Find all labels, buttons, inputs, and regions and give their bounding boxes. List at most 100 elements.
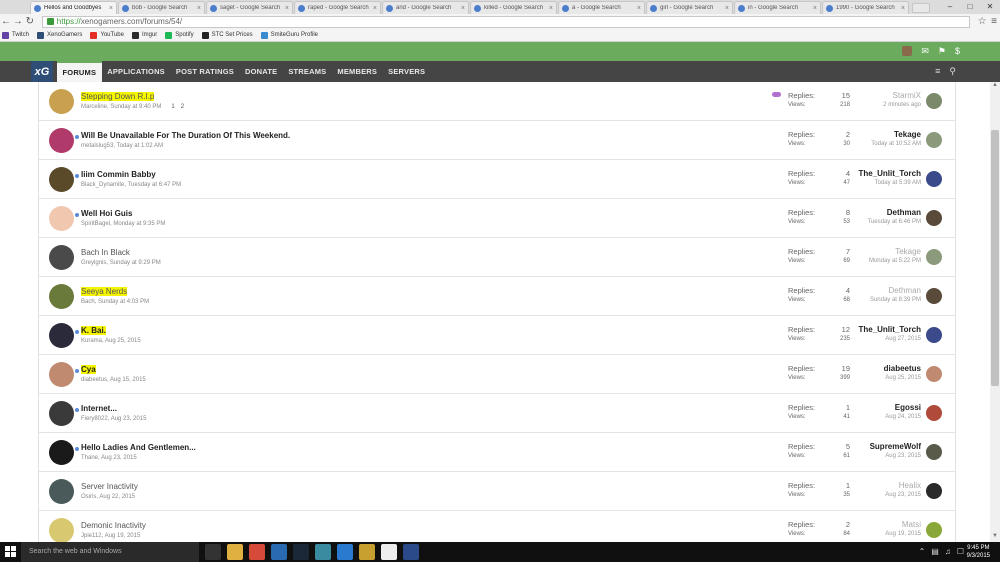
nav-post-ratings[interactable]: POST RATINGS [170,61,239,82]
thread-author-avatar[interactable] [49,440,74,465]
last-post-user[interactable]: Matsi [885,520,921,529]
last-poster-avatar[interactable] [926,249,942,265]
thread-title-link[interactable]: Demonic Inactivity [81,521,146,530]
star-icon[interactable]: ☆ [976,16,988,27]
thread-author[interactable]: Jpie112 [81,533,102,539]
thread-title-link[interactable]: Seeya Nerds [81,287,128,296]
bookmark-item[interactable]: Spotify [165,31,194,39]
browser-tab[interactable]: in - Google Search × [734,1,821,14]
last-poster-avatar[interactable] [926,522,942,538]
thread-author[interactable]: Thane [81,455,98,461]
thread-author[interactable]: metalslug53 [81,143,113,149]
last-poster-avatar[interactable] [926,405,942,421]
browser-tab[interactable]: saget - Google Search × [206,1,293,14]
bookmark-item[interactable]: Twitch [2,31,29,39]
browser-tab[interactable]: bob - Google Search × [118,1,205,14]
scroll-down-icon[interactable]: ▼ [990,533,1000,542]
tab-close-icon[interactable]: × [637,5,641,12]
thread-author-avatar[interactable] [49,167,74,192]
page-scrollbar[interactable]: ▲ ▼ [990,82,1000,542]
nav-applications[interactable]: APPLICATIONS [102,61,171,82]
thread-row[interactable]: Seeya Nerds Bach, Sunday at 4:03 PM Replie… [39,277,955,316]
tab-close-icon[interactable]: × [813,5,817,12]
last-poster-avatar[interactable] [926,132,942,148]
maximize-icon[interactable]: □ [960,0,980,14]
back-arrow-icon[interactable]: ← [0,16,12,27]
thread-title-link[interactable]: Will Be Unavailable For The Duration Of … [81,131,290,140]
thread-author-avatar[interactable] [49,245,74,270]
site-logo[interactable]: xG [31,61,53,82]
thread-row[interactable]: Bach In Black Greylgnis, Sunday at 9:29 P… [39,238,955,277]
thread-author[interactable]: Kurama [81,338,102,344]
tab-close-icon[interactable]: × [285,5,289,12]
forward-arrow-icon[interactable]: → [12,16,24,27]
bookmark-item[interactable]: STC Set Prices [201,31,253,39]
bookmark-item[interactable]: XenoGamers [37,31,82,39]
scroll-up-icon[interactable]: ▲ [990,82,1000,91]
thread-author-avatar[interactable] [49,479,74,504]
thread-page-links[interactable]: 12 [165,104,184,110]
thread-author[interactable]: diabeetus [81,377,107,383]
last-post-date[interactable]: Sunday at 8:39 PM [870,297,921,303]
tab-close-icon[interactable]: × [725,5,729,12]
thread-author[interactable]: SpiritBagel [81,221,110,227]
thread-row[interactable]: Hello Ladies And Gentlemen... Thane, Aug … [39,433,955,472]
thread-title-link[interactable]: Server Inactivity [81,482,138,491]
thread-author[interactable]: Greylgnis [81,260,106,266]
last-post-date[interactable]: Aug 24, 2015 [885,414,921,420]
dollar-icon[interactable]: $ [955,46,960,57]
last-post-date[interactable]: Aug 25, 2015 [884,375,921,381]
last-post-user[interactable]: Tekage [869,247,921,256]
browser-tab[interactable]: girl - Google Search × [646,1,733,14]
nav-members[interactable]: MEMBERS [332,61,383,82]
chevron-up-icon[interactable]: ⌃ [919,547,926,556]
tab-close-icon[interactable]: × [901,5,905,12]
browser-tab[interactable]: Hellos and Goodbyes × [30,1,117,14]
last-post-date[interactable]: Monday at 5:22 PM [869,258,921,264]
last-post-user[interactable]: StarmiX [883,91,921,100]
tab-close-icon[interactable]: × [197,5,201,12]
app-white-icon[interactable] [381,544,397,560]
hamburger-icon[interactable]: ≡ [935,66,940,77]
thread-author[interactable]: Marceline [81,104,107,110]
league-icon[interactable] [403,544,419,560]
search-icon[interactable]: ⚲ [949,66,956,77]
last-post-user[interactable]: Egossi [885,403,921,412]
menu-icon[interactable]: ≡ [988,16,1000,27]
thread-title-link[interactable]: Well Hoi Guis [81,209,132,218]
app-blue-icon[interactable] [271,544,287,560]
browser-tab[interactable]: and - Google Search × [382,1,469,14]
thread-title-link[interactable]: Hello Ladies And Gentlemen... [81,443,196,452]
last-post-user[interactable]: SupremeWolf [870,442,921,451]
thread-row[interactable]: Server Inactivity Osiris, Aug 22, 2015 Rep… [39,472,955,511]
close-icon[interactable]: ✕ [980,0,1000,14]
file-explorer-icon[interactable] [227,544,243,560]
thread-title-link[interactable]: K. Bai. [81,326,106,335]
last-poster-avatar[interactable] [926,210,942,226]
task-view-icon[interactable] [205,544,221,560]
taskbar-clock[interactable]: 9:45 PM 9/3/2015 [967,544,990,560]
thread-row[interactable]: Will Be Unavailable For The Duration Of … [39,121,955,160]
thread-author-avatar[interactable] [49,128,74,153]
thread-author-avatar[interactable] [49,89,74,114]
taskbar-search-box[interactable]: Search the web and Windows [21,542,199,562]
thread-row[interactable]: Well Hoi Guis SpiritBagel, Monday at 9:35… [39,199,955,238]
thread-row[interactable]: Demonic Inactivity Jpie112, Aug 19, 2015 R… [39,511,955,542]
app-arrow-icon[interactable] [337,544,353,560]
thread-title-link[interactable]: Internet... [81,404,117,413]
last-post-user[interactable]: The_Unlit_Torch [858,169,921,178]
minimize-icon[interactable]: – [940,0,960,14]
thread-author[interactable]: Fiery8022 [81,416,108,422]
page-link[interactable]: 2 [181,104,184,110]
last-poster-avatar[interactable] [926,444,942,460]
page-link[interactable]: 1 [171,104,174,110]
thread-title-link[interactable]: Cya [81,365,96,374]
nav-servers[interactable]: SERVERS [383,61,431,82]
action-center-icon[interactable]: ☐ [957,547,964,556]
nav-streams[interactable]: STREAMS [283,61,332,82]
chrome-icon[interactable] [249,544,265,560]
last-poster-avatar[interactable] [926,288,942,304]
last-poster-avatar[interactable] [926,483,942,499]
bookmark-item[interactable]: Imgur [131,31,157,39]
last-post-date[interactable]: Aug 19, 2015 [885,531,921,537]
